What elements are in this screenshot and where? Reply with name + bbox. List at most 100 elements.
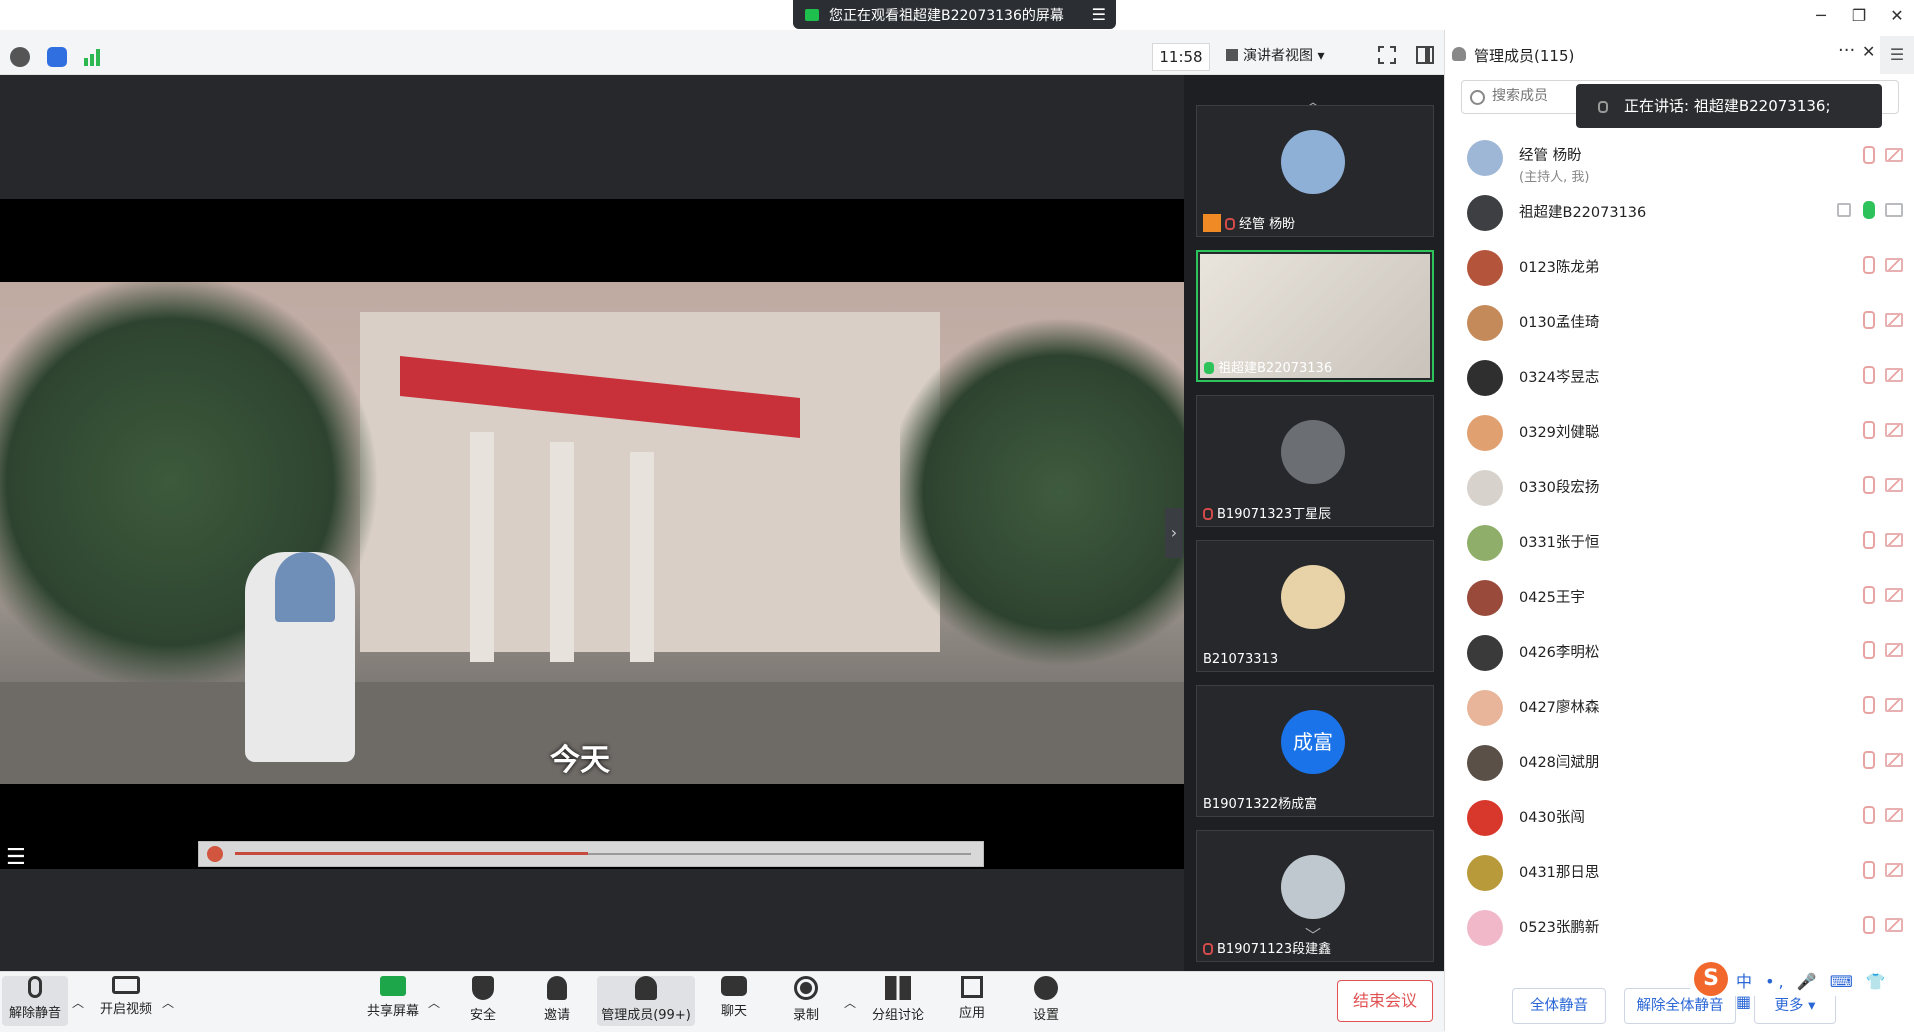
close-panel-button[interactable]: ✕ [1862, 42, 1875, 61]
member-row[interactable]: 0329刘健聪 [1445, 403, 1913, 458]
camera-off-icon[interactable] [1885, 698, 1903, 712]
fullscreen-icon[interactable] [1378, 46, 1396, 64]
share-screen-button[interactable]: 共享屏幕 [362, 976, 424, 1026]
mic-off-icon [28, 976, 42, 998]
chat-button[interactable]: 聊天 [714, 976, 754, 1026]
gallery-tile[interactable]: 祖超建B22073136 [1196, 250, 1434, 382]
screen-share-banner[interactable]: 您正在观看祖超建B22073136的屏幕 ☰ [793, 0, 1116, 29]
member-name: 0329刘健聪 [1519, 425, 1600, 441]
member-row[interactable]: 0324岑昱志 [1445, 348, 1913, 403]
gallery-tile[interactable]: 经管 杨盼 [1196, 105, 1434, 237]
member-row[interactable]: 0523张鹏新 [1445, 898, 1913, 953]
unmute-button[interactable]: 解除静音 [2, 976, 68, 1026]
member-row[interactable]: 0425王宇 [1445, 568, 1913, 623]
mic-muted-icon[interactable] [1863, 586, 1875, 604]
layout-icon[interactable] [1416, 46, 1434, 64]
mic-muted-icon[interactable] [1863, 806, 1875, 824]
member-row[interactable]: 0330段宏扬 [1445, 458, 1913, 513]
gallery-down-icon[interactable]: ﹀ [1305, 922, 1321, 946]
record-options-icon[interactable]: ︿ [844, 994, 856, 1011]
tile-name: B19071323丁星辰 [1203, 503, 1331, 522]
maximize-button[interactable]: ❐ [1846, 6, 1872, 26]
minimize-button[interactable]: ─ [1808, 6, 1834, 26]
mic-muted-icon[interactable] [1863, 256, 1875, 274]
camera-off-icon[interactable] [1885, 643, 1903, 657]
more-options-icon[interactable]: ··· [1838, 40, 1855, 61]
play-pause-icon[interactable] [207, 846, 223, 862]
member-row[interactable]: 0431那日思 [1445, 843, 1913, 898]
signal-icon[interactable] [84, 48, 102, 66]
camera-off-icon[interactable] [1885, 478, 1903, 492]
avatar-initials: 成富 [1293, 730, 1333, 754]
gallery-tile[interactable]: 成富 B19071322杨成富 [1196, 685, 1434, 817]
mic-muted-icon[interactable] [1863, 311, 1875, 329]
manage-members-button[interactable]: 管理成员(99+) [597, 976, 695, 1026]
view-mode-dropdown[interactable]: 演讲者视图 ▾ [1226, 43, 1362, 69]
share-options-icon[interactable]: ︿ [428, 994, 440, 1011]
security-button[interactable]: 安全 [462, 976, 504, 1026]
mic-muted-icon[interactable] [1863, 146, 1875, 164]
camera-off-icon[interactable] [1885, 148, 1903, 162]
mic-muted-icon[interactable] [1863, 861, 1875, 879]
mic-muted-icon[interactable] [1863, 916, 1875, 934]
camera-off-icon[interactable] [1885, 258, 1903, 272]
mic-muted-icon[interactable] [1863, 421, 1875, 439]
camera-icon[interactable] [1885, 203, 1903, 217]
member-row[interactable]: 0430张闯 [1445, 788, 1913, 843]
camera-off-icon[interactable] [1885, 918, 1903, 932]
member-row[interactable]: 祖超建B22073136 [1445, 183, 1913, 238]
settings-button[interactable]: 设置 [1028, 976, 1064, 1026]
member-row[interactable]: 0331张于恒 [1445, 513, 1913, 568]
mic-muted-icon[interactable] [1863, 696, 1875, 714]
mic-muted-icon[interactable] [1863, 366, 1875, 384]
end-meeting-button[interactable]: 结束会议 [1337, 980, 1433, 1022]
camera-off-icon[interactable] [1885, 808, 1903, 822]
mic-muted-icon[interactable] [1863, 751, 1875, 769]
member-name: 0331张于恒 [1519, 535, 1600, 551]
camera-off-icon[interactable] [1885, 753, 1903, 767]
breakout-button[interactable]: 分组讨论 [870, 976, 926, 1026]
start-video-button[interactable]: 开启视频 [96, 976, 156, 1026]
gallery-tile[interactable]: B19071323丁星辰 [1196, 395, 1434, 527]
column [630, 452, 654, 662]
camera-off-icon[interactable] [1885, 533, 1903, 547]
ime-toolbar[interactable]: S 中 •, 🎤 ⌨ 👕 ▦ [1690, 960, 1914, 1011]
shield-icon[interactable] [47, 47, 67, 67]
camera-off-icon[interactable] [1885, 313, 1903, 327]
mic-active-icon [1204, 362, 1214, 374]
view-mode-label: 演讲者视图 ▾ [1243, 48, 1325, 64]
list-icon[interactable]: ☰ [6, 845, 26, 870]
mic-muted-icon[interactable] [1863, 641, 1875, 659]
gallery-tile[interactable]: B21073313 [1196, 540, 1434, 672]
member-row[interactable]: 0123陈龙弟 [1445, 238, 1913, 293]
member-row[interactable]: 经管 杨盼 (主持人, 我) [1445, 128, 1913, 185]
info-icon[interactable] [10, 47, 30, 67]
mic-muted-icon[interactable] [1863, 476, 1875, 494]
banner-menu-icon[interactable]: ☰ [1092, 5, 1106, 24]
mic-muted-icon[interactable] [1863, 531, 1875, 549]
invite-button[interactable]: 邀请 [534, 976, 580, 1026]
member-name: 祖超建B22073136 [1519, 205, 1647, 221]
member-row[interactable]: 0428闫斌朋 [1445, 733, 1913, 788]
playback-progress-bar[interactable] [198, 841, 984, 867]
video-options-icon[interactable]: ︿ [162, 994, 174, 1011]
camera-off-icon[interactable] [1885, 368, 1903, 382]
camera-off-icon[interactable] [1885, 588, 1903, 602]
camera-off-icon[interactable] [1885, 423, 1903, 437]
member-row[interactable]: 0426李明松 [1445, 623, 1913, 678]
close-window-button[interactable]: ✕ [1884, 6, 1910, 26]
avatar [1467, 635, 1503, 671]
share-status-icon [805, 8, 819, 21]
mic-active-icon[interactable] [1863, 201, 1875, 219]
collapse-gallery-button[interactable]: › [1165, 508, 1183, 558]
record-button[interactable]: 录制 [786, 976, 826, 1026]
camera-off-icon[interactable] [1885, 863, 1903, 877]
member-row[interactable]: 0427廖林森 [1445, 678, 1913, 733]
member-row[interactable]: 0130孟佳琦 [1445, 293, 1913, 348]
speaker-mic-icon [1598, 101, 1608, 113]
apps-button[interactable]: 应用 [954, 976, 990, 1026]
audio-options-icon[interactable]: ︿ [72, 994, 84, 1011]
banner-text: 您正在观看祖超建B22073136的屏幕 [829, 7, 1064, 24]
panel-menu-icon[interactable]: ☰ [1880, 36, 1914, 74]
mute-all-button[interactable]: 全体静音 [1512, 988, 1606, 1024]
